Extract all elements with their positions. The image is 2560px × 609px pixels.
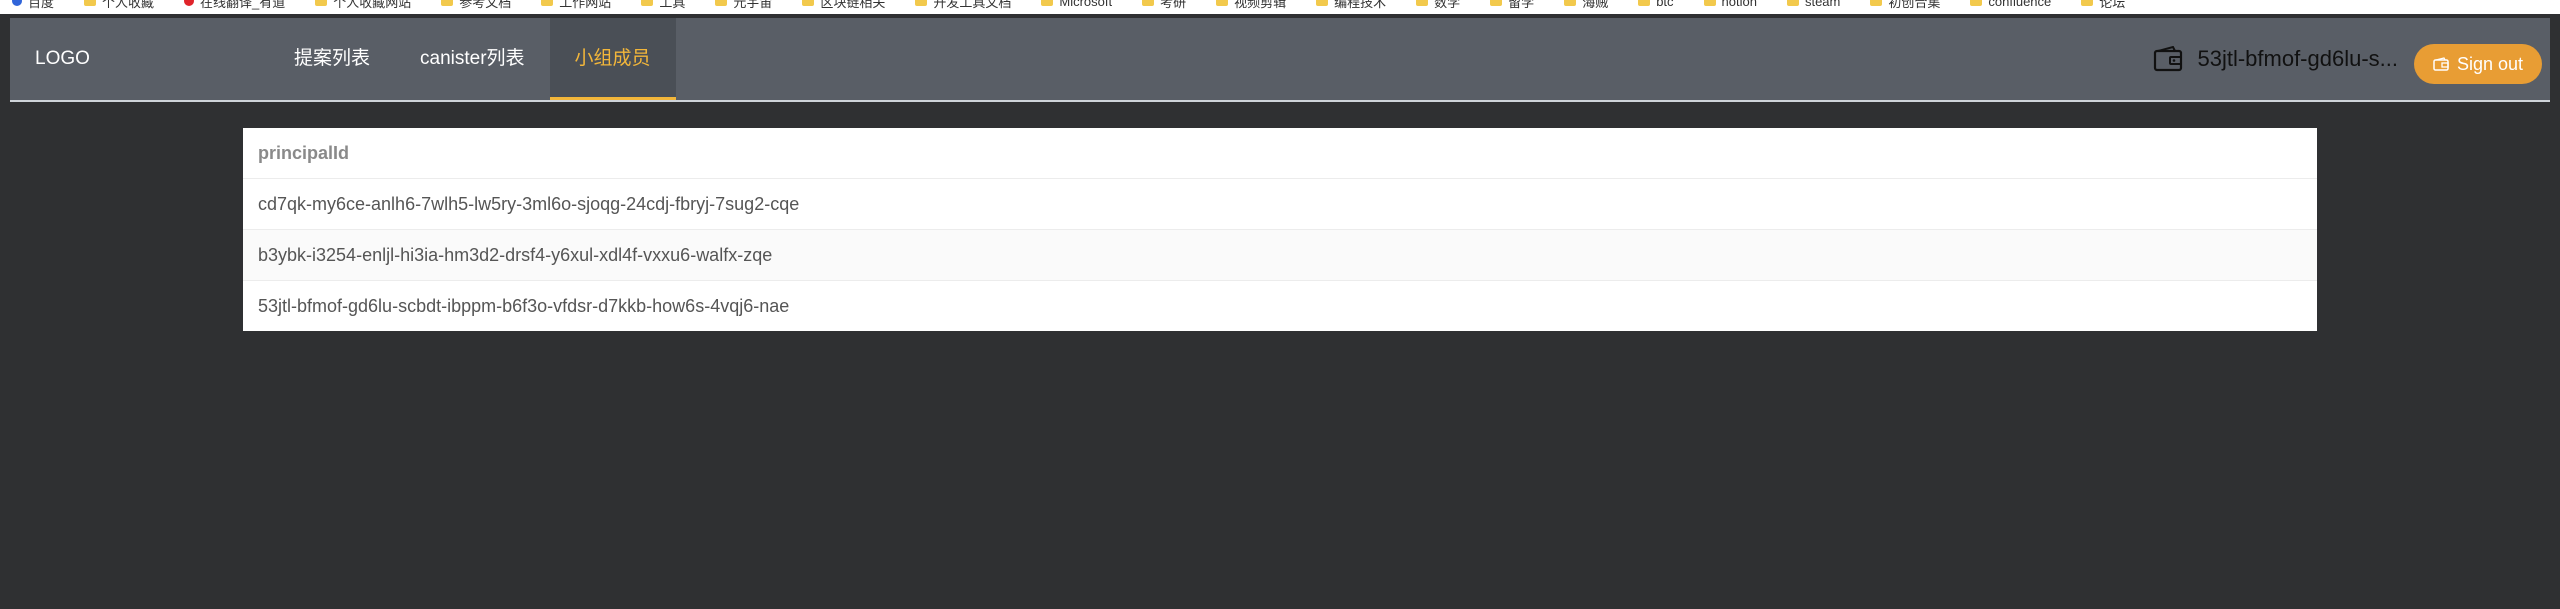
wallet-icon xyxy=(2433,57,2449,71)
bookmark-item[interactable]: 百度 xyxy=(12,0,55,10)
bookmark-item[interactable]: 工具 xyxy=(641,0,686,10)
bookmark-item[interactable]: 元宇宙 xyxy=(715,0,773,10)
table-row: 53jtl-bfmof-gd6lu-scbdt-ibppm-b6f3o-vfds… xyxy=(258,296,790,316)
sign-out-label: Sign out xyxy=(2456,53,2524,74)
bookmark-item[interactable]: btc xyxy=(1638,0,1674,9)
main-nav: 提案列表 canister列表 小组成员 xyxy=(269,18,676,100)
bookmarks-bar: 百度 个人收藏 在线翻译_有道 个人收藏网站 参考文档 工作网站 工具 元宇宙 区块链相关 开发工… xyxy=(0,0,2560,14)
folder-icon xyxy=(1703,0,1716,6)
bookmark-item[interactable]: steam xyxy=(1786,0,1841,9)
folder-icon xyxy=(541,0,554,6)
table-row: cd7qk-my6ce-anlh6-7wlh5-lw5ry-3ml6o-sjoq… xyxy=(243,179,2317,230)
bookmark-item[interactable]: 留学 xyxy=(1490,0,1535,10)
bookmark-label: 视频剪辑 xyxy=(1234,0,1287,10)
folder-icon xyxy=(715,0,728,6)
bookmark-label: 编程技术 xyxy=(1334,0,1387,10)
wallet-icon xyxy=(2154,46,2183,72)
folder-icon xyxy=(641,0,654,6)
sign-out-button[interactable]: Sign out xyxy=(2414,44,2542,84)
bookmark-label: 在线翻译_有道 xyxy=(200,0,286,10)
account-principal: 53jtl-bfmof-gd6lu-s... xyxy=(2197,46,2398,71)
bookmark-item[interactable]: 编程技术 xyxy=(1316,0,1387,10)
bookmark-item[interactable]: 考研 xyxy=(1142,0,1187,10)
folder-icon xyxy=(1638,0,1651,6)
bookmark-label: 个人收藏 xyxy=(102,0,155,10)
bookmark-label: 工作网站 xyxy=(559,0,612,10)
bookmark-label: 开发工具文档 xyxy=(933,0,1012,10)
folder-icon xyxy=(1970,0,1983,6)
bookmark-item[interactable]: 开发工具文档 xyxy=(915,0,1012,10)
folder-icon xyxy=(1490,0,1503,6)
tab-team-members[interactable]: 小组成员 xyxy=(549,18,676,100)
folder-icon xyxy=(1870,0,1883,6)
bookmark-label: 工具 xyxy=(659,0,686,10)
table-row: b3ybk-i3254-enljl-hi3ia-hm3d2-drsf4-y6xu… xyxy=(243,230,2317,281)
top-navbar: LOGO 提案列表 canister列表 小组成员 53jtl-bfmof-gd… xyxy=(10,18,2550,102)
bookmark-label: Microsoft xyxy=(1059,0,1113,9)
bookmark-item[interactable]: 视频剪辑 xyxy=(1216,0,1287,10)
folder-icon xyxy=(1416,0,1429,6)
bookmark-label: notion xyxy=(1721,0,1757,9)
folder-icon xyxy=(1316,0,1329,6)
folder-icon xyxy=(1142,0,1155,6)
bookmark-item[interactable]: 个人收藏网站 xyxy=(315,0,412,10)
bookmark-item[interactable]: 个人收藏 xyxy=(84,0,155,10)
folder-icon xyxy=(915,0,928,6)
bookmark-item[interactable]: 工作网站 xyxy=(541,0,612,10)
bookmark-item[interactable]: 在线翻译_有道 xyxy=(184,0,286,10)
table-header-principal-id: principalId xyxy=(243,128,2317,179)
bookmark-label: 元宇宙 xyxy=(733,0,773,10)
folder-icon xyxy=(2081,0,2094,6)
bookmark-label: btc xyxy=(1656,0,1674,9)
bookmark-item[interactable]: confluence xyxy=(1970,0,2052,9)
bookmark-label: confluence xyxy=(1988,0,2052,9)
bookmark-label: 个人收藏网站 xyxy=(333,0,412,10)
bookmark-item[interactable]: notion xyxy=(1703,0,1757,9)
bookmark-label: 留学 xyxy=(1508,0,1535,10)
bookmark-label: 数学 xyxy=(1434,0,1461,10)
bookmark-item[interactable]: 数学 xyxy=(1416,0,1461,10)
bookmark-label: 区块链相关 xyxy=(820,0,886,10)
bookmark-item[interactable]: 海贼 xyxy=(1564,0,1609,10)
folder-icon xyxy=(1041,0,1054,6)
bookmark-item[interactable]: 参考文档 xyxy=(441,0,512,10)
bookmark-label: 考研 xyxy=(1160,0,1187,10)
bookmark-item[interactable]: 区块链相关 xyxy=(802,0,886,10)
bookmark-label: steam xyxy=(1804,0,1841,9)
bookmark-item[interactable]: 论坛 xyxy=(2081,0,2126,10)
tab-canisters[interactable]: canister列表 xyxy=(395,18,550,100)
logo: LOGO xyxy=(35,48,90,69)
folder-icon xyxy=(1564,0,1577,6)
bookmark-label: 海贼 xyxy=(1582,0,1609,10)
bookmark-item[interactable]: 初创合集 xyxy=(1870,0,1941,10)
folder-icon xyxy=(315,0,328,6)
bookmark-item[interactable]: Microsoft xyxy=(1041,0,1113,9)
account-info[interactable]: 53jtl-bfmof-gd6lu-s... xyxy=(2153,18,2398,100)
bookmark-label: 初创合集 xyxy=(1888,0,1941,10)
folder-icon xyxy=(1786,0,1799,6)
youdao-icon xyxy=(184,0,195,6)
bookmark-label: 百度 xyxy=(28,0,55,10)
folder-icon xyxy=(1216,0,1229,6)
folder-icon xyxy=(84,0,97,6)
tab-proposals[interactable]: 提案列表 xyxy=(269,18,395,100)
bookmark-label: 参考文档 xyxy=(459,0,512,10)
bookmark-label: 论坛 xyxy=(2099,0,2126,10)
folder-icon xyxy=(441,0,454,6)
baidu-icon xyxy=(12,0,22,6)
folder-icon xyxy=(802,0,815,6)
members-table: principalId cd7qk-my6ce-anlh6-7wlh5-lw5r… xyxy=(243,128,2317,331)
